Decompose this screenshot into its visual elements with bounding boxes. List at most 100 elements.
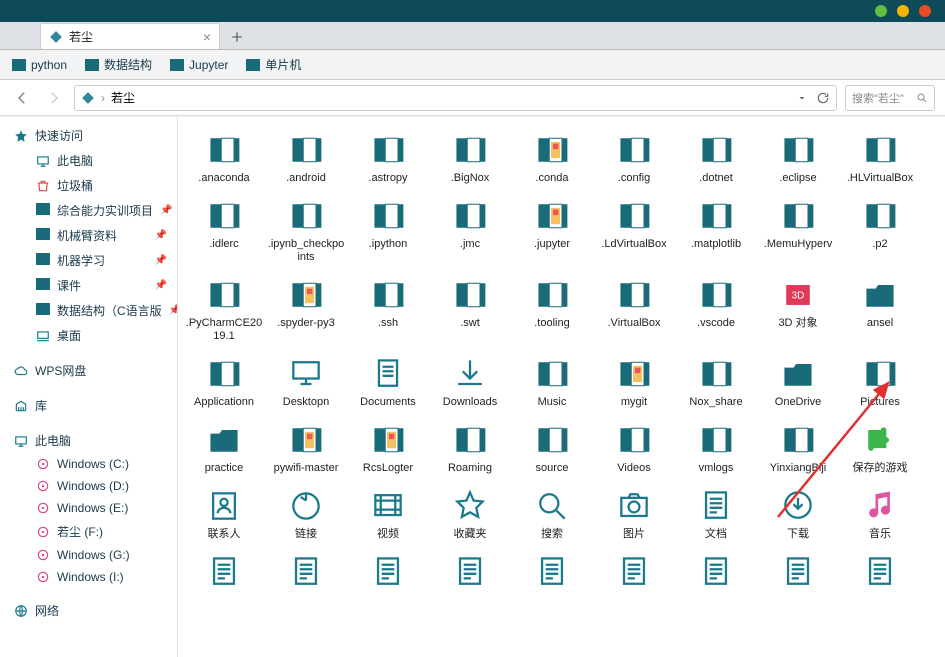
window-minimize-dot[interactable]	[875, 5, 887, 17]
file-item[interactable]: .idlerc	[184, 197, 264, 264]
bookmark-item[interactable]: 单片机	[246, 56, 301, 73]
file-item[interactable]: .VirtualBox	[594, 276, 674, 343]
file-item[interactable]	[430, 553, 510, 594]
refresh-icon[interactable]	[816, 91, 830, 105]
sidebar-item[interactable]: Windows (I:)	[0, 566, 177, 588]
file-item[interactable]: .HLVirtualBox	[840, 131, 920, 185]
file-item[interactable]: .ipynb_checkpoints	[266, 197, 346, 264]
file-item[interactable]	[348, 553, 428, 594]
sidebar-item[interactable]: 此电脑	[0, 148, 177, 173]
file-item[interactable]: .BigNox	[430, 131, 510, 185]
dropdown-icon[interactable]	[796, 92, 808, 104]
file-item[interactable]: .vscode	[676, 276, 756, 343]
file-item[interactable]: .config	[594, 131, 674, 185]
file-item[interactable]: 3D3D 对象	[758, 276, 838, 343]
bookmark-item[interactable]: Jupyter	[170, 58, 228, 72]
file-item[interactable]: .eclipse	[758, 131, 838, 185]
file-item[interactable]	[266, 553, 346, 594]
sidebar-section-header[interactable]: 库	[0, 393, 177, 418]
sidebar-item[interactable]: Windows (G:)	[0, 544, 177, 566]
file-item[interactable]: .tooling	[512, 276, 592, 343]
sidebar-item[interactable]: 机械臂资料📌	[0, 223, 177, 248]
file-item[interactable]: Videos	[594, 421, 674, 475]
sidebar-item[interactable]: 综合能力实训项目📌	[0, 198, 177, 223]
file-item[interactable]: RcsLogter	[348, 421, 428, 475]
file-item[interactable]: .MemuHyperv	[758, 197, 838, 264]
forward-button[interactable]	[42, 86, 66, 110]
file-item[interactable]	[676, 553, 756, 594]
file-item[interactable]: mygit	[594, 355, 674, 409]
sidebar-item[interactable]: 桌面	[0, 323, 177, 348]
file-item[interactable]: 链接	[266, 487, 346, 541]
file-item[interactable]	[512, 553, 592, 594]
file-item[interactable]: .conda	[512, 131, 592, 185]
file-item[interactable]: OneDrive	[758, 355, 838, 409]
file-item[interactable]: 图片	[594, 487, 674, 541]
file-item[interactable]: .spyder-py3	[266, 276, 346, 343]
file-item[interactable]: .LdVirtualBox	[594, 197, 674, 264]
file-item[interactable]: .ssh	[348, 276, 428, 343]
file-item[interactable]: 搜索	[512, 487, 592, 541]
file-item[interactable]: ansel	[840, 276, 920, 343]
back-button[interactable]	[10, 86, 34, 110]
file-item[interactable]: .anaconda	[184, 131, 264, 185]
address-input[interactable]	[111, 91, 790, 105]
file-item[interactable]	[184, 553, 264, 594]
window-maximize-dot[interactable]	[897, 5, 909, 17]
file-item[interactable]: .p2	[840, 197, 920, 264]
file-item[interactable]: YinxiangBiji	[758, 421, 838, 475]
file-item[interactable]: .dotnet	[676, 131, 756, 185]
file-item[interactable]: .astropy	[348, 131, 428, 185]
sidebar-section-header[interactable]: 网络	[0, 598, 177, 623]
file-item[interactable]: .PyCharmCE2019.1	[184, 276, 264, 343]
file-item[interactable]: 视频	[348, 487, 428, 541]
file-item[interactable]: 音乐	[840, 487, 920, 541]
file-item[interactable]: practice	[184, 421, 264, 475]
file-item[interactable]: .jupyter	[512, 197, 592, 264]
file-item[interactable]: .swt	[430, 276, 510, 343]
bookmark-item[interactable]: 数据结构	[85, 56, 152, 73]
file-item[interactable]: Documents	[348, 355, 428, 409]
sidebar-item[interactable]: 数据结构（C语言版📌	[0, 298, 177, 323]
window-close-dot[interactable]	[919, 5, 931, 17]
file-item[interactable]: .ipython	[348, 197, 428, 264]
file-item[interactable]: 下载	[758, 487, 838, 541]
file-item[interactable]: 联系人	[184, 487, 264, 541]
new-tab-button[interactable]	[224, 25, 250, 49]
sidebar-item[interactable]: 机器学习📌	[0, 248, 177, 273]
file-item[interactable]: Desktopn	[266, 355, 346, 409]
sidebar-section-header[interactable]: 此电脑	[0, 428, 177, 453]
file-item[interactable]: pywifi-master	[266, 421, 346, 475]
sidebar-item[interactable]: Windows (D:)	[0, 475, 177, 497]
file-item[interactable]: Pictures	[840, 355, 920, 409]
sidebar-section-header[interactable]: 快速访问	[0, 123, 177, 148]
file-item[interactable]: .jmc	[430, 197, 510, 264]
file-item[interactable]: 收藏夹	[430, 487, 510, 541]
content-pane[interactable]: .anaconda.android.astropy.BigNox.conda.c…	[178, 117, 945, 657]
tab-close-icon[interactable]: ×	[203, 29, 211, 45]
file-item[interactable]: Downloads	[430, 355, 510, 409]
sidebar-item[interactable]: 若尘 (F:)	[0, 519, 177, 544]
address-bar[interactable]: ›	[74, 85, 837, 111]
file-item[interactable]: 保存的游戏	[840, 421, 920, 475]
file-item[interactable]	[758, 553, 838, 594]
file-item[interactable]: Roaming	[430, 421, 510, 475]
bookmark-item[interactable]: python	[12, 58, 67, 72]
file-item[interactable]: source	[512, 421, 592, 475]
sidebar-item[interactable]: Windows (E:)	[0, 497, 177, 519]
file-item[interactable]: Nox_share	[676, 355, 756, 409]
file-item[interactable]	[840, 553, 920, 594]
search-bar[interactable]: 搜索"若尘"	[845, 85, 935, 111]
tab-active[interactable]: 若尘 ×	[40, 23, 220, 49]
file-item[interactable]: 文档	[676, 487, 756, 541]
sidebar-item[interactable]: Windows (C:)	[0, 453, 177, 475]
sidebar-item[interactable]: 课件📌	[0, 273, 177, 298]
file-item[interactable]: .android	[266, 131, 346, 185]
file-item[interactable]: Music	[512, 355, 592, 409]
sidebar-section-header[interactable]: WPS网盘	[0, 358, 177, 383]
file-item[interactable]: vmlogs	[676, 421, 756, 475]
file-item[interactable]: .matplotlib	[676, 197, 756, 264]
file-item[interactable]	[594, 553, 674, 594]
file-item[interactable]: Applicationn	[184, 355, 264, 409]
sidebar-item[interactable]: 垃圾桶	[0, 173, 177, 198]
